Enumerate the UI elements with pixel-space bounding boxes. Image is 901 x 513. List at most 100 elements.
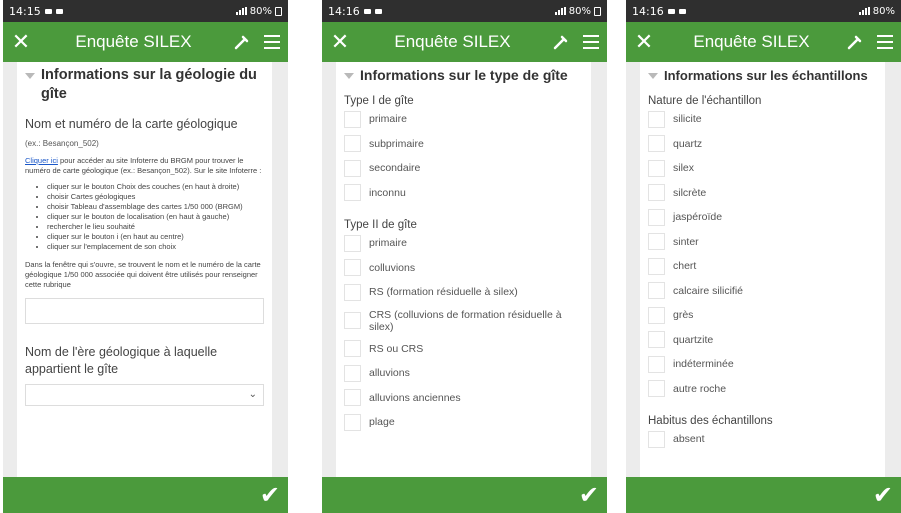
checkbox[interactable] [344, 389, 361, 407]
checkbox[interactable] [648, 282, 665, 300]
status-bar: 14:16 80% [626, 0, 901, 22]
signal-icon [554, 7, 566, 15]
checkbox-option[interactable]: silicite [648, 107, 877, 132]
checkmark-icon: ✔ [259, 481, 280, 509]
checkbox[interactable] [344, 159, 361, 177]
collapse-triangle-icon [648, 73, 658, 79]
collapse-triangle-icon [344, 73, 354, 79]
checkbox[interactable] [344, 184, 361, 202]
section-title: Informations sur la géologie du gîte [41, 67, 257, 102]
pen-tool-icon [847, 35, 862, 50]
menu-button[interactable] [256, 22, 288, 62]
checkbox[interactable] [344, 135, 361, 153]
checkbox-option[interactable]: RS (formation résiduelle à silex) [344, 280, 583, 305]
checkbox-option[interactable]: grès [648, 303, 877, 328]
checkbox-option[interactable]: colluvions [344, 256, 583, 281]
era-select[interactable]: ⌄ [25, 384, 264, 406]
checkbox[interactable] [344, 259, 361, 277]
checkbox-option[interactable]: silcrète [648, 181, 877, 206]
tool-button[interactable] [841, 22, 869, 62]
notification-icon [678, 8, 686, 14]
tool-button[interactable] [228, 22, 256, 62]
checkbox-option[interactable]: silex [648, 156, 877, 181]
checkbox-option[interactable]: sinter [648, 230, 877, 255]
section-header[interactable]: Informations sur les échantillons [648, 66, 877, 85]
checkbox-option[interactable]: chert [648, 254, 877, 279]
checkbox-option[interactable]: jaspéroïde [648, 205, 877, 230]
checkbox[interactable] [344, 234, 361, 252]
app-bar: ✕ Enquête SILEX [322, 22, 607, 62]
submit-button[interactable]: ✔ [626, 477, 901, 513]
checkbox-option[interactable]: indéterminée [648, 352, 877, 377]
app-title: Enquête SILEX [693, 32, 810, 51]
checkbox[interactable] [344, 312, 361, 329]
list-item: cliquer sur le bouton i (en haut au cent… [47, 232, 264, 242]
checkbox[interactable] [344, 364, 361, 382]
checkbox[interactable] [344, 283, 361, 301]
checkbox[interactable] [648, 380, 665, 398]
checkbox-option[interactable]: alluvions anciennes [344, 386, 583, 411]
map-name-input[interactable] [25, 298, 264, 324]
notification-icon [55, 8, 63, 14]
checkbox[interactable] [344, 413, 361, 431]
checkbox-option[interactable]: secondaire [344, 156, 583, 181]
close-icon: ✕ [11, 29, 31, 54]
list-item: rechercher le lieu souhaité [47, 222, 264, 232]
checkbox-option[interactable]: primaire [344, 107, 583, 132]
tool-button[interactable] [547, 22, 575, 62]
checkbox[interactable] [344, 340, 361, 358]
checkbox-option[interactable]: inconnu [344, 181, 583, 206]
checkbox[interactable] [344, 110, 361, 128]
app-bar: ✕ Enquête SILEX [626, 22, 901, 62]
checkbox[interactable] [648, 208, 665, 226]
field-hint: (ex.: Besançon_502) [25, 139, 99, 148]
signal-icon [235, 7, 247, 15]
status-time: 14:16 [632, 4, 664, 18]
checkbox-option[interactable]: subprimaire [344, 132, 583, 157]
section-header[interactable]: Informations sur le type de gîte [344, 66, 583, 85]
checkbox-option[interactable]: autre roche [648, 377, 877, 402]
checkbox[interactable] [648, 430, 665, 448]
checkbox-option[interactable]: primaire [344, 231, 583, 256]
checkbox[interactable] [648, 135, 665, 153]
checkbox-option[interactable]: quartzite [648, 328, 877, 353]
checkbox-option[interactable]: CRS (colluvions de formation résiduelle … [344, 305, 583, 337]
checkbox-option[interactable]: absent [648, 427, 877, 452]
close-button[interactable]: ✕ [322, 22, 358, 62]
checkbox[interactable] [648, 257, 665, 275]
checkbox[interactable] [648, 233, 665, 251]
list-item: choisir Tableau d'assemblage des cartes … [47, 202, 264, 212]
checkbox[interactable] [648, 306, 665, 324]
close-button[interactable]: ✕ [626, 22, 662, 62]
submit-button[interactable]: ✔ [3, 477, 288, 513]
checkbox[interactable] [648, 355, 665, 373]
checkmark-icon: ✔ [872, 481, 893, 509]
list-item: cliquer sur le bouton de localisation (e… [47, 212, 264, 222]
checkbox-option[interactable]: quartz [648, 132, 877, 157]
form-card: Informations sur les échantillons Nature… [640, 62, 885, 477]
battery-percent: 80% [568, 5, 591, 17]
checkbox-option[interactable]: plage [344, 410, 583, 435]
checkbox[interactable] [648, 184, 665, 202]
checkbox-option[interactable]: alluvions [344, 361, 583, 386]
battery-percent: 80% [872, 5, 895, 17]
infoterre-link[interactable]: Cliquer ici [25, 156, 58, 165]
checkbox-option[interactable]: RS ou CRS [344, 337, 583, 362]
notification-icon [44, 8, 52, 14]
close-button[interactable]: ✕ [3, 22, 39, 62]
list-item: choisir Cartes géologiques [47, 192, 264, 202]
checkbox-option[interactable]: calcaire silicifié [648, 279, 877, 304]
section-header[interactable]: Informations sur la géologie du gîte [25, 66, 264, 104]
menu-button[interactable] [869, 22, 901, 62]
battery-icon [594, 6, 601, 16]
checkbox[interactable] [648, 331, 665, 349]
checkbox[interactable] [648, 159, 665, 177]
app-title: Enquête SILEX [75, 32, 192, 51]
section-title: Informations sur les échantillons [664, 68, 868, 83]
form-content: Informations sur le type de gîte Type I … [322, 62, 607, 477]
menu-button[interactable] [575, 22, 607, 62]
submit-button[interactable]: ✔ [322, 477, 607, 513]
group-label-habitus: Habitus des échantillons [648, 415, 773, 427]
checkbox[interactable] [648, 110, 665, 128]
notification-icon [363, 8, 371, 14]
